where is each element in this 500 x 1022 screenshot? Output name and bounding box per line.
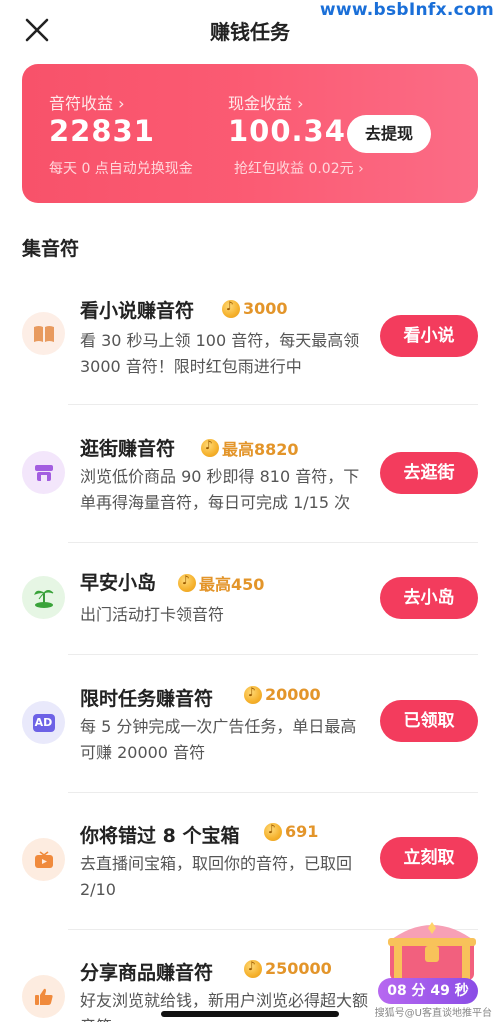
note-earnings-label[interactable]: 音符收益 › bbox=[49, 90, 125, 114]
task-reward: 250000 bbox=[244, 959, 332, 978]
read-novel-button[interactable]: 看小说 bbox=[380, 315, 478, 357]
task-item-shopping: 逛街赚音符 最高8820 浏览低价商品 90 秒即得 810 音符，下单再得海量… bbox=[0, 430, 500, 540]
note-coin-icon bbox=[178, 573, 196, 592]
task-desc: 看 30 秒马上领 100 音符，每天最高领 3000 音符！限时红包雨进行中 bbox=[80, 331, 360, 376]
task-reward: 3000 bbox=[222, 299, 288, 318]
thumbs-up-icon bbox=[22, 975, 65, 1018]
note-coin-icon bbox=[244, 959, 262, 978]
task-title: 限时任务赚音符 bbox=[80, 688, 214, 710]
note-coin-icon bbox=[222, 299, 240, 318]
task-desc: 去直播间宝箱，取回你的音符，已取回 2/10 bbox=[80, 854, 353, 899]
task-reward: 20000 bbox=[244, 685, 321, 704]
task-item-novel: 看小说赚音符 3000 看 30 秒马上领 100 音符，每天最高领 3000 … bbox=[0, 290, 500, 400]
earnings-card: 音符收益 › 22831 每天 0 点自动兑换现金 现金收益 › 100.34 … bbox=[22, 64, 478, 203]
note-earnings-value: 22831 bbox=[49, 114, 155, 148]
task-item-ad: AD 限时任务赚音符 20000 每 5 分钟完成一次广告任务，单日最高可赚 2… bbox=[0, 680, 500, 790]
store-icon bbox=[22, 451, 65, 494]
go-shopping-button[interactable]: 去逛街 bbox=[380, 452, 478, 494]
cash-earnings-label[interactable]: 现金收益 › bbox=[228, 90, 304, 114]
home-indicator[interactable] bbox=[161, 1011, 339, 1017]
watermark-bottom: 搜狐号@U客直谈地推平台 bbox=[374, 1008, 492, 1019]
task-desc: 浏览低价商品 90 秒即得 810 音符，下单再得海量音符，每日可完成 1/15… bbox=[80, 467, 360, 512]
task-reward: 最高8820 bbox=[201, 436, 299, 460]
task-reward: 691 bbox=[264, 822, 318, 841]
red-packet-earnings[interactable]: 抢红包收益 0.02元 › bbox=[234, 158, 364, 178]
note-earnings-sub: 每天 0 点自动兑换现金 bbox=[49, 161, 193, 177]
divider bbox=[68, 404, 478, 405]
cash-earnings-value: 100.34 bbox=[228, 114, 346, 148]
section-title: 集音符 bbox=[22, 238, 80, 260]
task-title: 早安小岛 bbox=[80, 572, 157, 594]
ad-icon: AD bbox=[22, 701, 65, 744]
task-title: 逛街赚音符 bbox=[80, 438, 176, 460]
claimed-button[interactable]: 已领取 bbox=[380, 700, 478, 742]
top-bar: 赚钱任务 bbox=[0, 0, 500, 60]
book-icon bbox=[22, 312, 65, 355]
task-item-chest: 你将错过 8 个宝箱 691 去直播间宝箱，取回你的音符，已取回 2/10 立刻… bbox=[0, 817, 500, 927]
task-desc: 出门活动打卡领音符 bbox=[80, 605, 225, 624]
note-coin-icon bbox=[244, 685, 262, 704]
divider bbox=[68, 654, 478, 655]
divider bbox=[68, 792, 478, 793]
island-icon bbox=[22, 576, 65, 619]
withdraw-button[interactable]: 去提现 bbox=[347, 115, 431, 153]
live-tv-icon bbox=[22, 838, 65, 881]
task-title: 看小说赚音符 bbox=[80, 300, 195, 322]
task-title: 分享商品赚音符 bbox=[80, 962, 214, 984]
page-title: 赚钱任务 bbox=[210, 20, 290, 44]
task-title: 你将错过 8 个宝箱 bbox=[80, 825, 240, 847]
divider bbox=[68, 542, 478, 543]
go-island-button[interactable]: 去小岛 bbox=[380, 577, 478, 619]
task-desc: 每 5 分钟完成一次广告任务，单日最高可赚 20000 音符 bbox=[80, 717, 357, 762]
note-coin-icon bbox=[264, 822, 282, 841]
task-reward: 最高450 bbox=[178, 571, 264, 595]
claim-now-button[interactable]: 立刻取 bbox=[380, 837, 478, 879]
note-coin-icon bbox=[201, 438, 219, 457]
task-item-island: 早安小岛 最高450 出门活动打卡领音符 去小岛 bbox=[0, 566, 500, 646]
chest-countdown[interactable]: 08 分 49 秒 bbox=[378, 978, 478, 1004]
